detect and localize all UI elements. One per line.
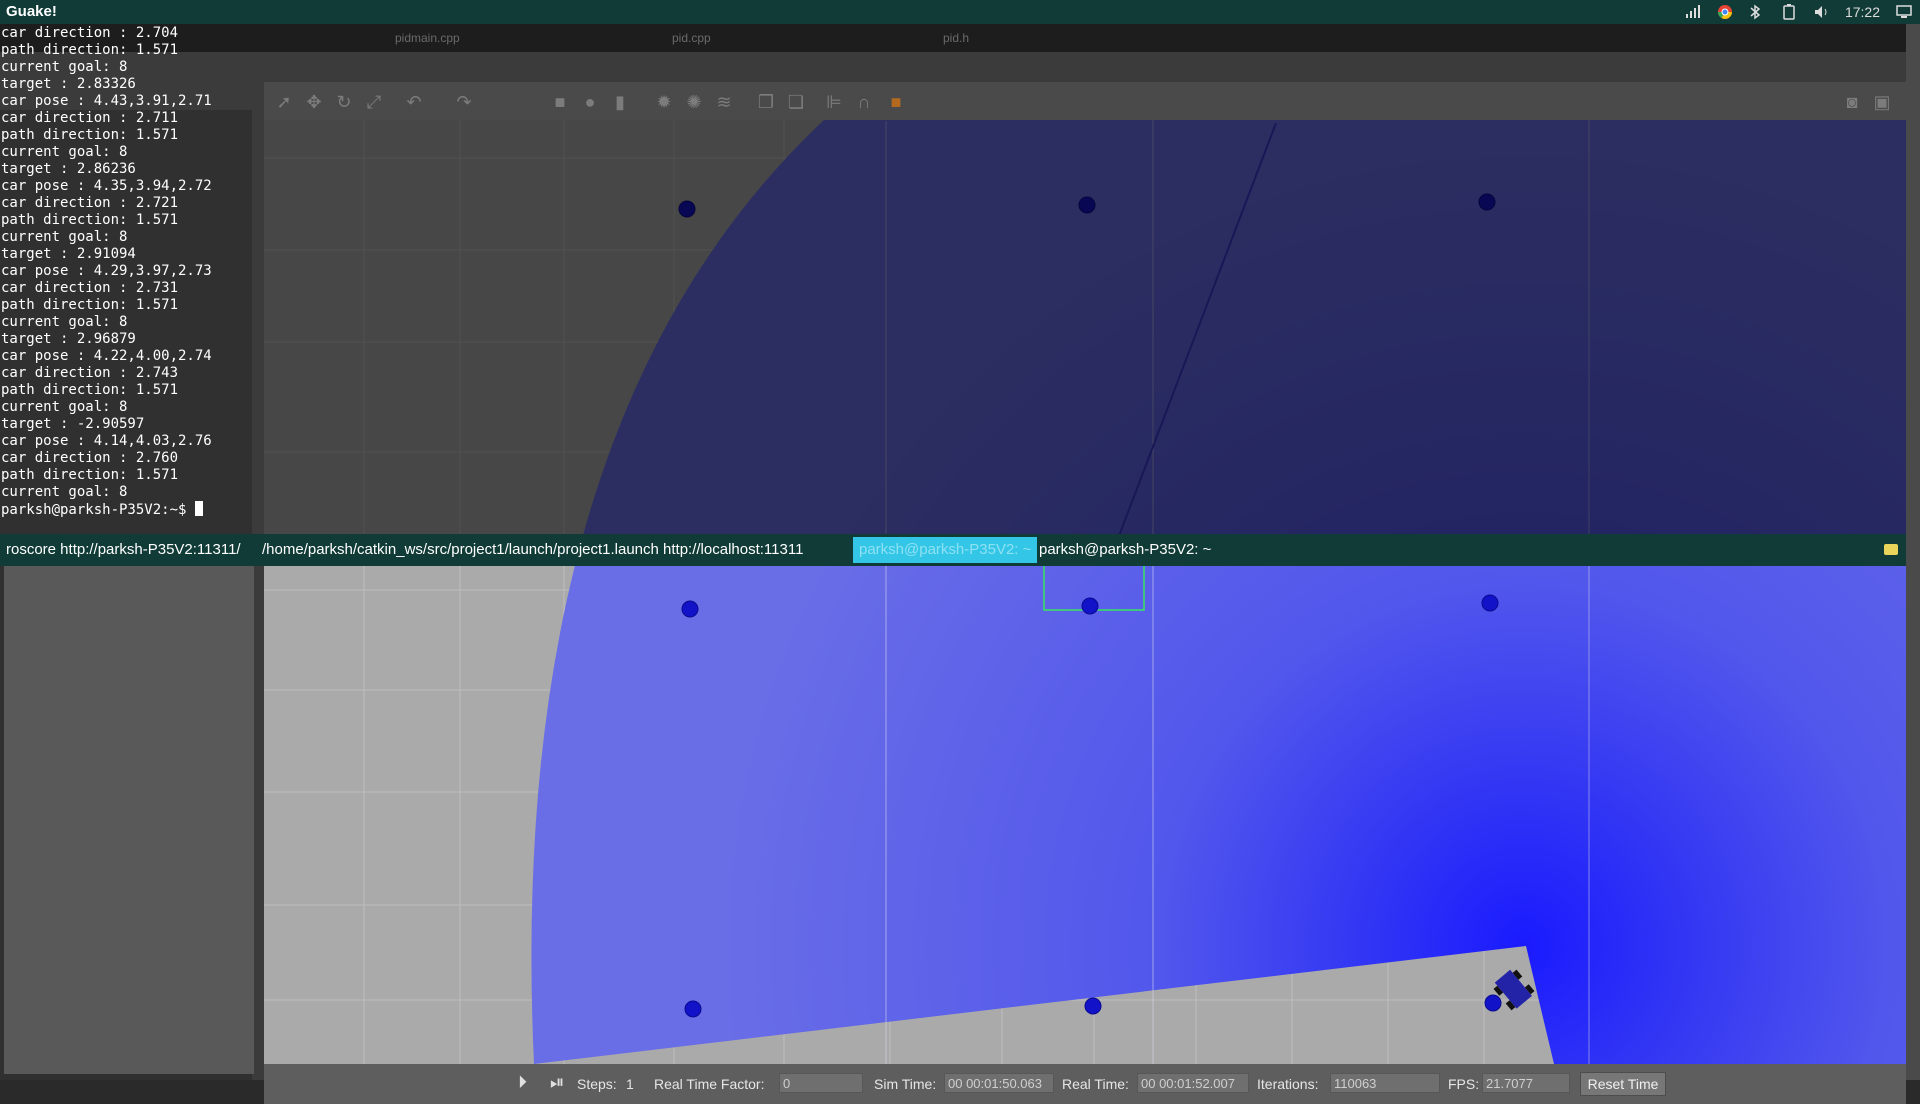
terminal-line: car direction : 2.760 (1, 450, 179, 466)
terminal-line: car pose : 4.29,3.97,2.73 (1, 263, 212, 279)
terminal-line: car pose : 4.14,4.03,2.76 (1, 433, 212, 449)
sim-time-label: Sim Time: (874, 1076, 937, 1092)
prompt-text: parksh@parksh-P35V2:~$ (1, 502, 195, 518)
waypoint-marker[interactable] (1084, 997, 1102, 1015)
terminal-line: path direction: 1.571 (1, 382, 179, 398)
sim-time-field: 00 00:01:50.063 (944, 1073, 1054, 1093)
waypoint-marker[interactable] (684, 1000, 702, 1018)
tab-shell-active[interactable]: parksh@parksh-P35V2: ~ (853, 537, 1038, 563)
terminal-line: current goal: 8 (1, 144, 128, 160)
terminal-line: car direction : 2.711 (1, 110, 179, 126)
play-icon[interactable]: ⏵ (518, 1072, 527, 1093)
terminal-line: path direction: 1.571 (1, 212, 179, 228)
terminal-line: car direction : 2.721 (1, 195, 179, 211)
window-scrollbar[interactable] (1906, 24, 1920, 1080)
property-panel (4, 564, 254, 1074)
waypoint-marker[interactable] (681, 600, 699, 618)
iterations-field: 110063 (1330, 1073, 1440, 1093)
chrome-icon[interactable] (1717, 4, 1733, 20)
terminal-line: car pose : 4.35,3.94,2.72 (1, 178, 212, 194)
terminal-output[interactable]: car direction : 2.704 path direction: 1.5… (0, 24, 1920, 534)
terminal-line: current goal: 8 (1, 399, 128, 415)
system-tray: 17:22 (1685, 2, 1912, 22)
guake-title: Guake! (6, 3, 57, 20)
real-time-label: Real Time: (1062, 1076, 1129, 1092)
notification-icon[interactable] (1884, 544, 1898, 555)
terminal-lines: car direction : 2.704 path direction: 1.5… (1, 25, 212, 519)
terminal-line: car pose : 4.43,3.91,2.71 (1, 93, 212, 109)
fps-field: 21.7077 (1482, 1073, 1570, 1093)
step-icon[interactable]: ⏯ (550, 1072, 564, 1093)
terminal-line: car pose : 4.22,4.00,2.74 (1, 348, 212, 364)
terminal-line: path direction: 1.571 (1, 467, 179, 483)
terminal-line: path direction: 1.571 (1, 297, 179, 313)
guake-tab-bar: roscore http://parksh-P35V2:11311/ /home… (0, 534, 1920, 566)
terminal-line: car direction : 2.743 (1, 365, 179, 381)
terminal-line: target : -2.90597 (1, 416, 145, 432)
terminal-line: car direction : 2.731 (1, 280, 179, 296)
tab-roscore[interactable]: roscore http://parksh-P35V2:11311/ (6, 534, 241, 566)
iterations-label: Iterations: (1257, 1076, 1319, 1092)
steps-label: Steps: (577, 1076, 617, 1092)
signal-icon[interactable] (1685, 4, 1701, 20)
terminal-line: target : 2.86236 (1, 161, 136, 177)
terminal-line: target : 2.96879 (1, 331, 136, 347)
text-cursor (194, 501, 203, 516)
terminal-line: current goal: 8 (1, 229, 128, 245)
time-status-bar: ⏵ ⏯ Steps: 1 Real Time Factor: 0 Sim Tim… (264, 1064, 1906, 1104)
real-time-field: 00 00:01:52.007 (1137, 1073, 1249, 1093)
battery-icon[interactable] (1781, 4, 1797, 20)
rtf-field: 0 (779, 1073, 863, 1093)
waypoint-marker[interactable] (1484, 994, 1502, 1012)
waypoint-marker[interactable] (1081, 597, 1099, 615)
tab-roslaunch[interactable]: /home/parksh/catkin_ws/src/project1/laun… (262, 534, 803, 566)
terminal-line: current goal: 8 (1, 59, 128, 75)
clock[interactable]: 17:22 (1845, 4, 1880, 20)
top-panel: Guake! 17:22 (0, 0, 1920, 24)
waypoint-marker[interactable] (1481, 594, 1499, 612)
volume-icon[interactable] (1813, 4, 1829, 20)
tab-shell[interactable]: parksh@parksh-P35V2: ~ (1039, 534, 1211, 566)
terminal-prompt[interactable]: parksh@parksh-P35V2:~$ (1, 501, 212, 519)
guake-terminal[interactable]: car direction : 2.704 path direction: 1.5… (0, 24, 1920, 534)
terminal-line: current goal: 8 (1, 484, 128, 500)
terminal-line: car direction : 2.704 (1, 25, 179, 41)
terminal-line: target : 2.91094 (1, 246, 136, 262)
terminal-line: path direction: 1.571 (1, 127, 179, 143)
terminal-line: target : 2.83326 (1, 76, 136, 92)
monitor-icon[interactable] (1896, 4, 1912, 20)
bluetooth-icon[interactable] (1749, 4, 1765, 20)
fps-label: FPS: (1448, 1076, 1480, 1092)
rtf-label: Real Time Factor: (654, 1076, 765, 1092)
reset-time-button[interactable]: Reset Time (1580, 1072, 1666, 1096)
steps-value[interactable]: 1 (626, 1076, 634, 1092)
terminal-line: current goal: 8 (1, 314, 128, 330)
terminal-line: path direction: 1.571 (1, 42, 179, 58)
